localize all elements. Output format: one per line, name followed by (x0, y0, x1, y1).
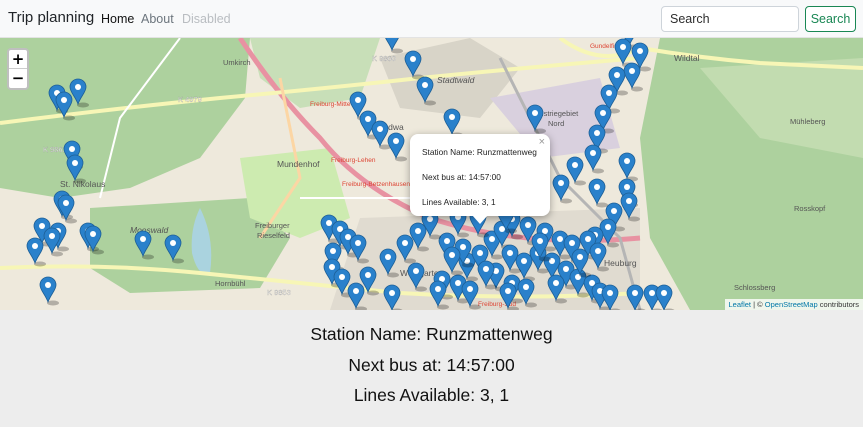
navbar: Trip planning Home About Disabled Search (0, 0, 863, 38)
map-label-rieselfeld: Rieselfeld (257, 231, 290, 240)
station-info: Station Name: Runzmattenweg Next bus at:… (0, 310, 863, 427)
zoom-out-button[interactable]: − (9, 69, 27, 88)
popup-lines: Lines Available: 3, 1 (422, 197, 496, 207)
map-label-freiburg-lehen: Freiburg-Lehen (331, 157, 376, 164)
zoom-in-button[interactable]: + (9, 50, 27, 69)
map-attribution: Leaflet | © OpenStreetMap contributors (724, 299, 863, 310)
map-label-nord: Nord (548, 119, 564, 128)
popup-next-bus: Next bus at: 14:57:00 (422, 172, 501, 182)
nav-about-link[interactable]: About (141, 12, 174, 26)
attribution-separator: | © (751, 300, 765, 309)
map-label-heuburg: Heuburg (604, 258, 637, 268)
search-input[interactable] (661, 6, 799, 32)
info-station-name: Station Name: Runzmattenweg (310, 324, 553, 344)
map-label-schlossberg: Schlossberg (734, 283, 775, 292)
nav-home-link[interactable]: Home (101, 12, 134, 26)
osm-link[interactable]: OpenStreetMap (765, 300, 818, 309)
map-label-k9853: K 9853 (267, 288, 291, 297)
search-button[interactable]: Search (805, 6, 856, 32)
map-label-rosskopf: Rosskopf (794, 204, 826, 213)
map-label-freiburg-betzenhausen: Freiburg-Betzenhausen (342, 181, 410, 188)
nav-disabled-link: Disabled (182, 12, 231, 26)
map-label-k9860: K 9860 (372, 54, 396, 63)
map-label-wildtal: Wildtal (674, 53, 700, 63)
map-label-muhleberg: Mühleberg (790, 117, 825, 126)
popup-tip (472, 215, 488, 224)
map-label-umkirch: Umkirch (223, 58, 251, 67)
info-lines: Lines Available: 3, 1 (353, 385, 510, 405)
station-popup: × Station Name: Runzmattenweg Next bus a… (410, 134, 550, 224)
map-label-freiburg-mitte: Freiburg-Mitte (310, 101, 351, 108)
map-label-mundenhof: Mundenhof (277, 159, 320, 169)
popup-close-icon[interactable]: × (539, 136, 545, 148)
zoom-control: + − (7, 48, 29, 90)
map[interactable]: Umkirch K 4979 K 9861 K 9860 K 9853 St. … (0, 38, 863, 310)
leaflet-link[interactable]: Leaflet (729, 300, 752, 309)
map-label-hornbuhl: Hornbühl (215, 279, 246, 288)
navbar-brand[interactable]: Trip planning (8, 9, 94, 26)
popup-station-name: Station Name: Runzmattenweg (422, 147, 537, 157)
map-label-k4979: K 4979 (178, 95, 202, 104)
map-label-k9861: K 9861 (43, 145, 67, 154)
map-label-stadtwald: Stadtwald (437, 75, 475, 85)
info-next-bus: Next bus at: 14:57:00 (348, 355, 515, 375)
map-label-freiburger: Freiburger (255, 221, 290, 230)
attribution-suffix: contributors (817, 300, 859, 309)
